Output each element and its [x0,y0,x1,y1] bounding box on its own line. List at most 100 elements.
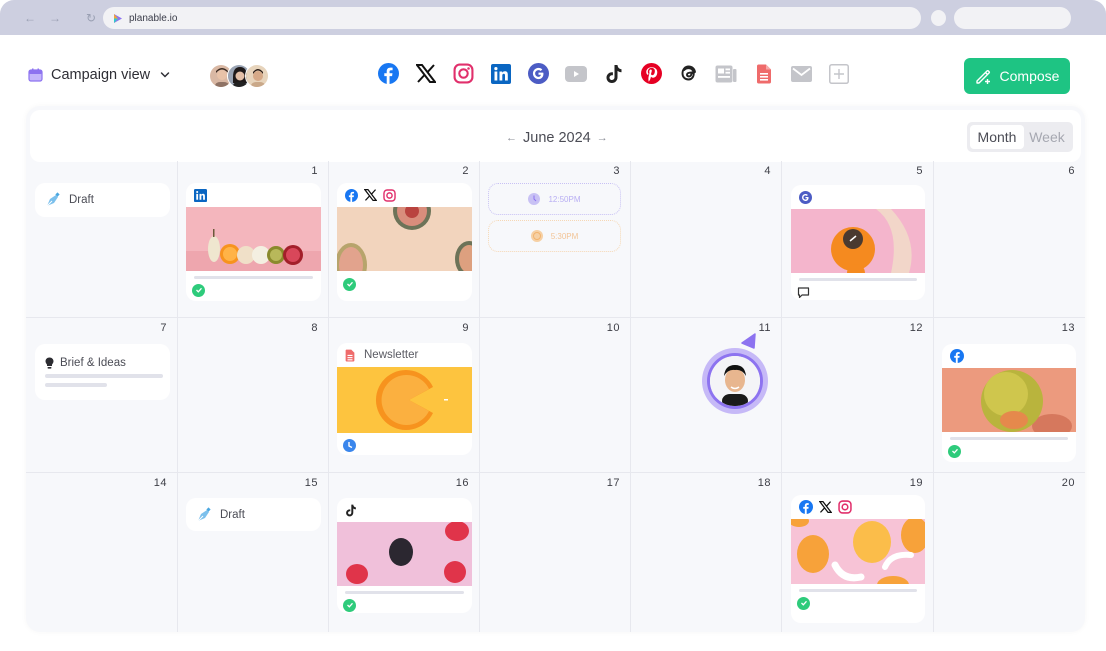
calendar-grid: Draft 1 2 3 12:50PM 5:30PM 4 5 6 7 Brief… [26,161,1085,632]
team-avatars[interactable] [209,64,269,88]
lightbulb-icon [45,357,54,369]
month-navigation: ← June 2024 → [506,130,608,146]
day-cell[interactable]: 8 [178,318,329,473]
threads-icon [681,65,696,81]
channel-instagram[interactable] [452,62,475,85]
view-toggle: Month Week [967,122,1073,152]
post-card[interactable] [337,498,472,613]
day-cell[interactable]: 2 [329,161,480,318]
day-cell[interactable]: 4 [631,161,782,318]
caption-placeholder [45,383,107,387]
google-business-icon [528,63,549,84]
browser-reload-button[interactable]: ↻ [86,11,96,25]
channel-linkedin[interactable] [490,62,513,85]
calendar: ← June 2024 → Month Week Draft 1 2 3 12:… [26,106,1085,632]
draft-note[interactable]: Draft [35,183,170,217]
newsletter-card[interactable]: Newsletter [337,343,472,455]
browser-extension-button[interactable] [931,10,946,26]
facebook-icon [950,349,964,363]
day-number: 15 [304,477,318,489]
day-number: 11 [758,322,771,334]
day-cell[interactable]: 5 [782,161,934,318]
clock-icon [530,230,543,242]
post-image-orange-hand [791,209,925,273]
channel-filter-bar [377,62,850,85]
browser-back-button[interactable]: ← [24,11,36,25]
browser-profile-pill[interactable] [954,7,1071,29]
day-cell[interactable]: 10 [480,318,631,473]
time-slot[interactable]: 5:30PM [488,220,621,252]
address-bar[interactable]: planable.io [103,7,921,29]
channel-tiktok[interactable] [602,62,625,85]
day-cell[interactable]: 16 [329,473,480,632]
next-month-button[interactable]: → [597,132,608,144]
campaign-view-label: Campaign view [51,67,151,83]
day-cell[interactable]: 20 [934,473,1085,632]
day-number: 14 [153,477,167,489]
view-week-button[interactable]: Week [1024,125,1070,149]
browser-forward-button[interactable]: → [49,11,61,25]
prev-month-button[interactable]: ← [506,132,517,144]
channel-pinterest[interactable] [640,62,663,85]
time-slot-label: 12:50PM [548,194,581,204]
add-channel-button[interactable] [827,62,850,85]
day-cell[interactable]: 11 [631,318,782,473]
draft-note[interactable]: Draft [186,498,321,531]
post-image-chips [791,519,925,584]
time-slot[interactable]: 12:50PM [488,183,621,215]
x-icon [819,501,832,513]
channel-x[interactable] [415,62,438,85]
compose-button[interactable]: Compose [964,58,1070,94]
channel-blog[interactable] [715,62,738,85]
view-month-button[interactable]: Month [970,125,1024,149]
post-card[interactable] [791,185,925,300]
day-cell[interactable]: 1 [178,161,329,318]
day-cell[interactable]: 6 [934,161,1085,318]
channel-threads[interactable] [677,62,700,85]
post-card[interactable] [942,344,1076,462]
avatar[interactable] [245,64,269,88]
channel-document[interactable] [752,62,775,85]
day-cell[interactable]: 17 [480,473,631,632]
day-cell[interactable]: 12 [782,318,934,473]
post-image-fruits [186,207,321,271]
day-number: 4 [764,165,771,177]
approved-check-icon [343,277,356,291]
campaign-view-dropdown[interactable]: Campaign view [28,67,170,83]
day-cell[interactable]: 7 Brief & Ideas [26,318,178,473]
day-number: 13 [1061,322,1075,334]
post-card[interactable] [186,183,321,301]
instagram-icon [383,188,396,202]
day-cell[interactable]: 18 [631,473,782,632]
brief-ideas-note[interactable]: Brief & Ideas [35,344,170,400]
post-card[interactable] [791,495,925,623]
clock-icon [528,193,541,205]
day-cell[interactable]: 9 Newsletter [329,318,480,473]
pinterest-icon [640,63,662,84]
channel-facebook[interactable] [377,62,400,85]
cursor-pointer-icon [741,333,756,349]
day-cell[interactable]: 13 [934,318,1085,473]
approved-check-icon [192,283,205,297]
day-cell[interactable]: 14 [26,473,178,632]
channel-email[interactable] [790,62,813,85]
day-cell[interactable]: 15 Draft [178,473,329,632]
tiktok-icon [606,64,621,83]
facebook-icon [345,188,358,202]
day-number: 20 [1061,477,1075,489]
blog-icon [715,65,737,82]
email-icon [790,65,812,82]
day-cell-empty[interactable]: Draft [26,161,178,318]
channel-google-business[interactable] [527,62,550,85]
post-image-berries [337,522,472,586]
brief-label: Brief & Ideas [60,357,126,369]
day-number: 17 [606,477,620,489]
channel-youtube[interactable] [565,62,588,85]
post-card[interactable] [337,183,472,301]
day-cell[interactable]: 19 [782,473,934,632]
day-cell[interactable]: 3 12:50PM 5:30PM [480,161,631,318]
youtube-icon [565,65,587,82]
day-number: 5 [916,165,923,177]
instagram-icon [838,500,852,514]
post-image-figs [337,207,472,271]
